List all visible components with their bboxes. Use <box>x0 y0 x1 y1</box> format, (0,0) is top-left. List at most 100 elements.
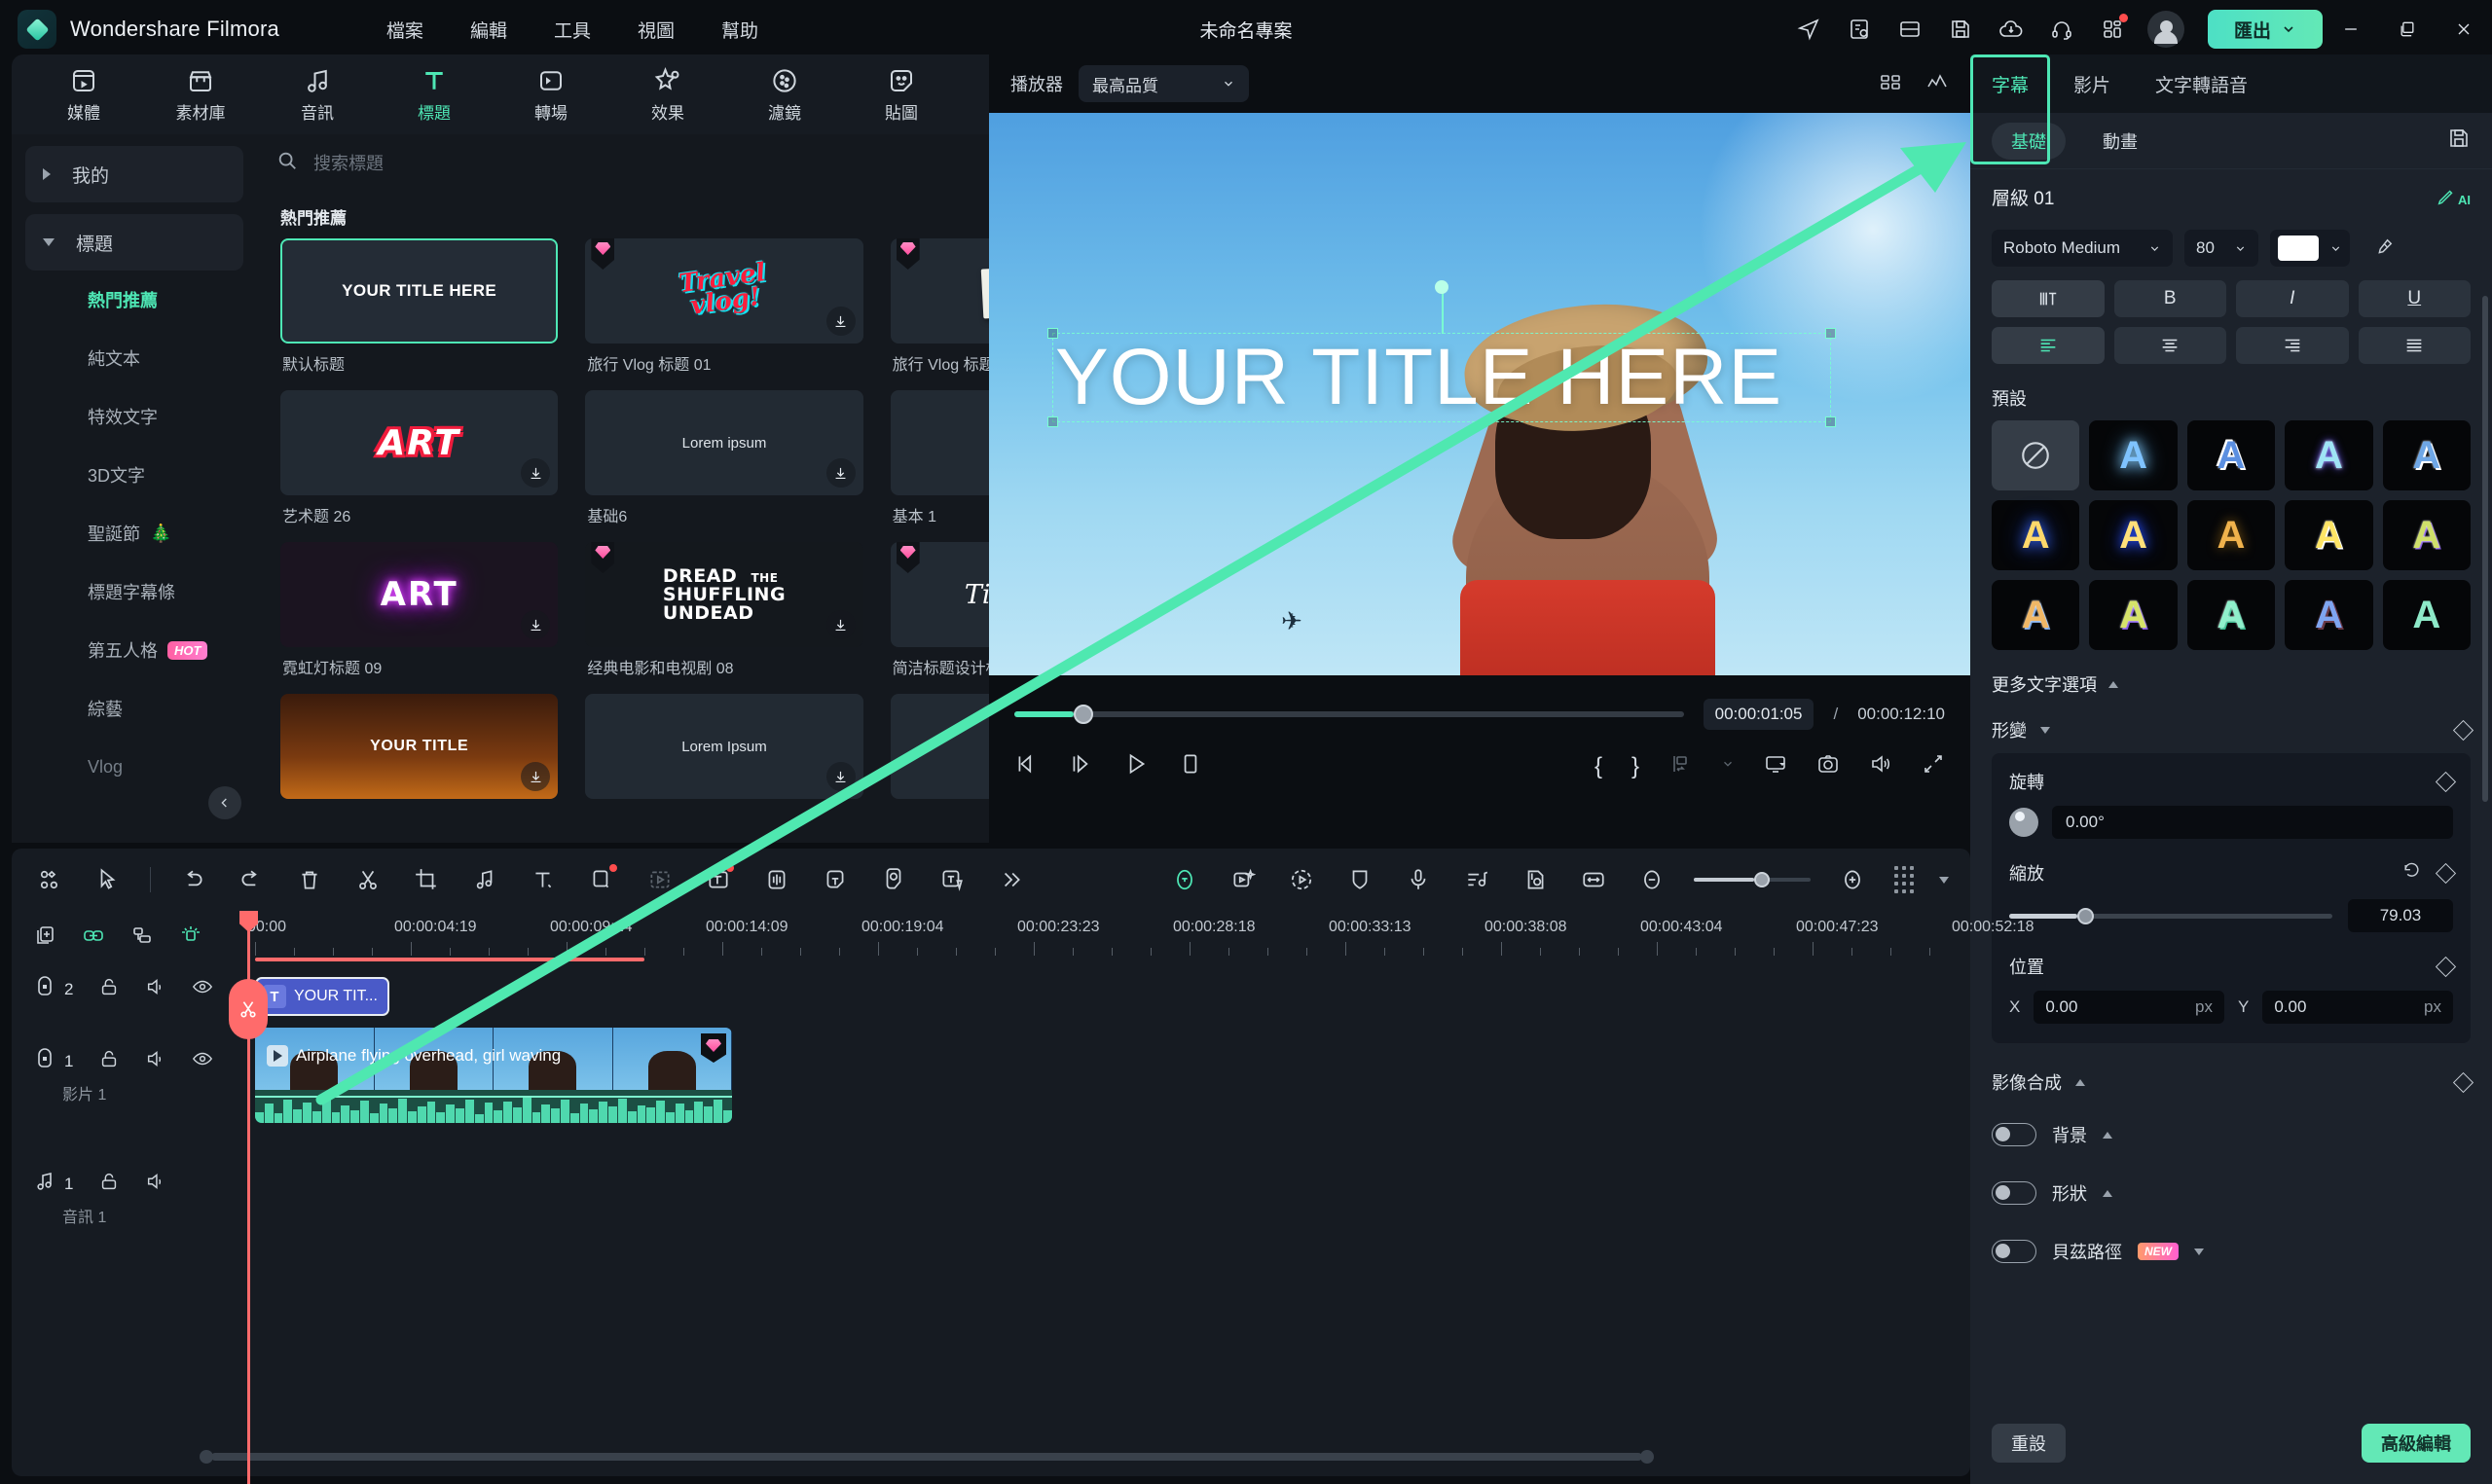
preset-cell[interactable]: A <box>1992 580 2080 650</box>
keyframe-diamond-icon[interactable] <box>2452 719 2474 741</box>
tab-stock[interactable]: 素材庫 <box>148 58 253 130</box>
eye-icon[interactable] <box>192 1048 213 1074</box>
redo-icon[interactable] <box>235 863 268 896</box>
stop-icon[interactable] <box>1178 751 1203 781</box>
more-text-options-row[interactable]: 更多文字選項 <box>1970 650 2492 706</box>
tab-tts[interactable]: 文字轉語音 <box>2155 71 2248 97</box>
menu-help[interactable]: 幫助 <box>721 17 758 43</box>
preset-cell[interactable]: A <box>2285 420 2373 490</box>
preset-cell[interactable]: A <box>2382 420 2471 490</box>
template-card[interactable]: Lorem Ipsum <box>585 694 863 799</box>
template-card[interactable]: YOUR TITLE HERE 默认标题 <box>280 238 559 377</box>
render-icon[interactable] <box>1894 866 1914 893</box>
template-thumbnail[interactable]: Lorem Ipsum <box>585 694 863 799</box>
export-button[interactable]: 匯出 <box>2208 10 2323 49</box>
sidebar-item-plaintext[interactable]: 純文本 <box>88 329 257 387</box>
resize-handle-bl[interactable] <box>1047 416 1058 427</box>
chevron-up-icon[interactable] <box>2103 1189 2112 1197</box>
zoom-in-icon[interactable] <box>1836 863 1869 896</box>
scrollbar-right-handle[interactable] <box>1640 1450 1654 1464</box>
duplicate-icon[interactable] <box>33 923 56 952</box>
sidebar-item-variety[interactable]: 綜藝 <box>88 679 257 738</box>
play-icon[interactable] <box>1123 751 1149 781</box>
track-icon[interactable] <box>33 975 56 1003</box>
ai-portrait-icon[interactable] <box>1168 863 1201 896</box>
timeline-zoom-slider[interactable] <box>1694 872 1811 887</box>
close-button[interactable] <box>2436 0 2492 58</box>
resize-handle-tl[interactable] <box>1047 328 1058 339</box>
preview-canvas[interactable]: ✈ YOUR TITLE HERE <box>989 113 1970 675</box>
sticker-text-icon[interactable] <box>819 863 852 896</box>
save-preset-icon[interactable] <box>2447 127 2471 155</box>
mark-in-icon[interactable]: { <box>1594 753 1602 780</box>
scrubber-handle[interactable] <box>1073 705 1093 724</box>
scale-slider-handle[interactable] <box>2076 907 2094 924</box>
text-selection-frame[interactable] <box>1047 280 1836 427</box>
freeze-icon[interactable] <box>643 863 677 896</box>
shape-toggle[interactable] <box>1992 1181 2036 1205</box>
rotation-input[interactable]: 0.00° <box>2052 806 2453 839</box>
download-icon[interactable] <box>825 458 856 488</box>
reset-scale-icon[interactable] <box>2402 861 2421 885</box>
audio-detach-icon[interactable] <box>468 863 501 896</box>
keyframe-diamond-icon[interactable] <box>2435 956 2457 977</box>
shield-icon[interactable] <box>1343 863 1376 896</box>
music-icon[interactable] <box>33 1170 56 1198</box>
sidebar-group-titles[interactable]: 標題 <box>25 214 243 271</box>
mute-icon[interactable] <box>145 1171 166 1197</box>
template-card[interactable]: DREAD THE SHUFFLING UNDEAD 经典电影和电视剧 08 <box>585 542 863 680</box>
prev-frame-icon[interactable] <box>1014 751 1040 781</box>
player-scrubber[interactable] <box>1014 705 1684 724</box>
tab-video[interactable]: 影片 <box>2073 71 2110 97</box>
avatar[interactable] <box>2147 11 2184 48</box>
preset-cell[interactable]: A <box>2089 580 2178 650</box>
menu-tools[interactable]: 工具 <box>554 17 591 43</box>
scale-value[interactable]: 79.03 <box>2348 899 2453 932</box>
keyframe-diamond-icon[interactable] <box>2435 771 2457 792</box>
group-icon[interactable] <box>130 923 154 952</box>
template-thumbnail[interactable]: ART <box>280 390 559 495</box>
preset-cell[interactable]: A <box>2089 420 2178 490</box>
maximize-button[interactable] <box>2379 0 2436 58</box>
template-thumbnail[interactable]: DREAD THE SHUFFLING UNDEAD <box>585 542 863 647</box>
delete-icon[interactable] <box>293 863 326 896</box>
sidebar-item-christmas[interactable]: 聖誕節 🎄 <box>88 504 257 562</box>
align-left-button[interactable] <box>1992 327 2105 364</box>
mute-icon[interactable] <box>145 976 166 1002</box>
ai-effects-icon[interactable] <box>1227 863 1260 896</box>
fit-icon[interactable] <box>1577 863 1610 896</box>
template-thumbnail[interactable]: Lorem ipsum <box>585 390 863 495</box>
sidebar-group-mine[interactable]: 我的 <box>25 146 243 202</box>
align-justify-button[interactable] <box>2358 327 2471 364</box>
italic-button[interactable]: I <box>2236 280 2349 317</box>
position-y-input[interactable]: 0.00 px <box>2262 991 2453 1024</box>
fullscreen-icon[interactable] <box>1922 752 1945 780</box>
scale-slider[interactable] <box>2009 907 2332 924</box>
chevron-down-icon[interactable] <box>1721 757 1735 776</box>
sidebar-item-3d-text[interactable]: 3D文字 <box>88 446 257 504</box>
template-card[interactable]: Travel vlog! 旅行 Vlog 标题 01 <box>585 238 863 377</box>
split-at-playhead-button[interactable] <box>229 979 268 1039</box>
preset-cell[interactable]: A <box>2285 500 2373 570</box>
zoom-slider-handle[interactable] <box>1754 872 1771 887</box>
template-thumbnail[interactable]: ART <box>280 542 559 647</box>
cloud-icon[interactable] <box>1986 0 2036 58</box>
align-right-button[interactable] <box>2236 327 2349 364</box>
compositing-section-header[interactable]: 影像合成 <box>1970 1059 2492 1105</box>
preset-cell[interactable]: A <box>2382 580 2471 650</box>
download-icon[interactable] <box>825 307 856 336</box>
split-icon[interactable] <box>351 863 385 896</box>
layout-icon[interactable] <box>1885 0 1935 58</box>
save-icon[interactable] <box>1935 0 1986 58</box>
eye-icon[interactable] <box>192 976 213 1002</box>
template-thumbnail[interactable]: Travel vlog! <box>585 238 863 344</box>
timeline-video-clip[interactable]: Airplane flying overhead, girl waving <box>255 1028 732 1123</box>
resize-handle-tr[interactable] <box>1825 328 1836 339</box>
sidebar-collapse-button[interactable] <box>208 786 241 819</box>
preset-cell[interactable]: A <box>2285 580 2373 650</box>
preset-cell[interactable]: A <box>2089 500 2178 570</box>
subtab-basic[interactable]: 基礎 <box>1992 122 2066 160</box>
template-card[interactable]: Lorem ipsum 基础6 <box>585 390 863 528</box>
chevron-down-icon[interactable] <box>2194 1248 2204 1255</box>
quality-dropdown[interactable]: 最高品質 <box>1079 65 1249 102</box>
